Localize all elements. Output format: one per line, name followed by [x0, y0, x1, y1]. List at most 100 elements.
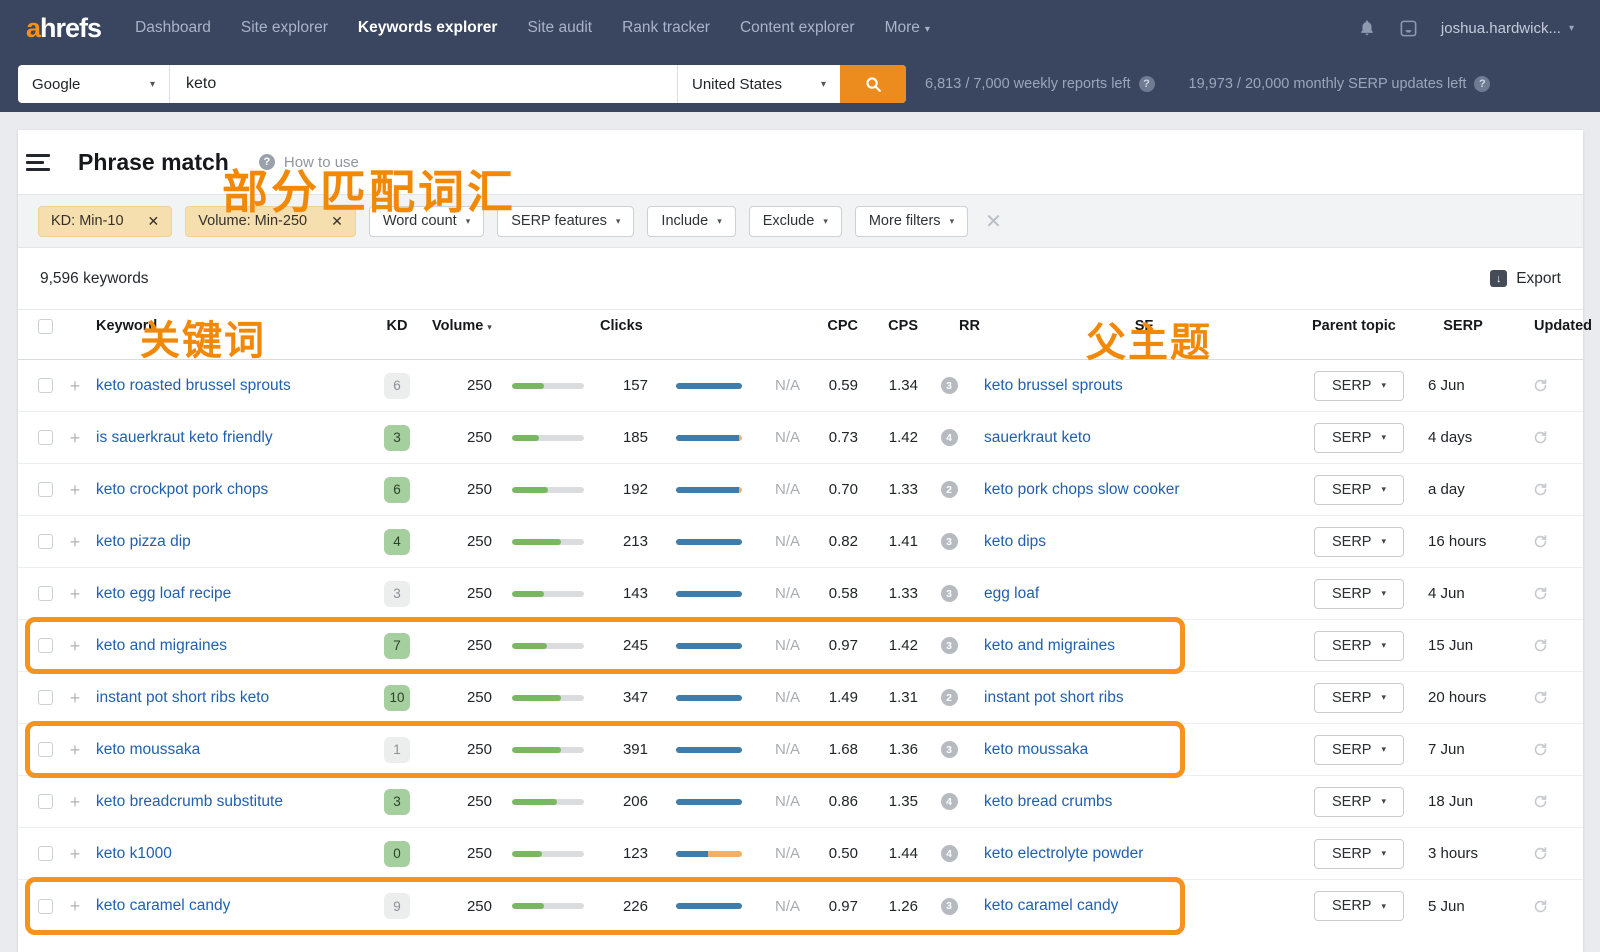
parent-topic-link[interactable]: keto brussel sprouts — [980, 377, 1308, 395]
parent-topic-link[interactable]: keto dips — [980, 533, 1308, 551]
nav-item-content-explorer[interactable]: Content explorer — [740, 19, 855, 37]
refresh-icon[interactable] — [1516, 846, 1565, 861]
refresh-icon[interactable] — [1516, 794, 1565, 809]
serp-dropdown-button[interactable]: SERP▾ — [1314, 371, 1404, 401]
chip-label[interactable]: Volume: Min-250 — [186, 213, 319, 229]
add-to-list-icon[interactable]: + — [62, 377, 88, 395]
how-to-use-link[interactable]: ? How to use — [259, 154, 359, 171]
row-checkbox[interactable] — [38, 899, 53, 914]
parent-topic-link[interactable]: keto bread crumbs — [980, 793, 1308, 811]
row-checkbox[interactable] — [38, 430, 53, 445]
add-to-list-icon[interactable]: + — [62, 897, 88, 915]
add-to-list-icon[interactable]: + — [62, 689, 88, 707]
refresh-icon[interactable] — [1516, 899, 1565, 914]
include-filter[interactable]: Include▾ — [647, 206, 735, 237]
serp-dropdown-button[interactable]: SERP▾ — [1314, 683, 1404, 713]
nav-item-keywords-explorer[interactable]: Keywords explorer — [358, 19, 498, 37]
bell-icon[interactable] — [1357, 18, 1377, 38]
add-to-list-icon[interactable]: + — [62, 481, 88, 499]
serp-dropdown-button[interactable]: SERP▾ — [1314, 527, 1404, 557]
refresh-icon[interactable] — [1516, 378, 1565, 393]
row-checkbox[interactable] — [38, 378, 53, 393]
keyword-link[interactable]: keto roasted brussel sprouts — [88, 377, 370, 395]
add-to-list-icon[interactable]: + — [62, 533, 88, 551]
add-to-list-icon[interactable]: + — [62, 585, 88, 603]
serp-dropdown-button[interactable]: SERP▾ — [1314, 787, 1404, 817]
nav-item-dashboard[interactable]: Dashboard — [135, 19, 211, 37]
parent-topic-link[interactable]: keto moussaka — [980, 741, 1308, 759]
search-engine-select[interactable]: Google ▾ — [18, 65, 170, 103]
help-icon[interactable]: ? — [1474, 76, 1490, 92]
add-to-list-icon[interactable]: + — [62, 637, 88, 655]
header-updated[interactable]: Updated — [1516, 318, 1565, 334]
parent-topic-link[interactable]: keto caramel candy — [980, 897, 1308, 915]
header-clicks[interactable]: Clicks — [584, 318, 742, 334]
serp-dropdown-button[interactable]: SERP▾ — [1314, 839, 1404, 869]
keyword-search-input[interactable] — [170, 65, 677, 103]
row-checkbox[interactable] — [38, 794, 53, 809]
header-cpc[interactable]: CPC — [800, 318, 858, 334]
header-kd[interactable]: KD — [370, 318, 424, 334]
refresh-icon[interactable] — [1516, 430, 1565, 445]
header-serp[interactable]: SERP — [1410, 318, 1516, 334]
refresh-icon[interactable] — [1516, 690, 1565, 705]
serp-features-filter[interactable]: SERP features▾ — [497, 206, 634, 237]
serp-dropdown-button[interactable]: SERP▾ — [1314, 579, 1404, 609]
parent-topic-link[interactable]: keto electrolyte powder — [980, 845, 1308, 863]
header-keyword[interactable]: Keyword — [88, 318, 370, 334]
keyword-link[interactable]: keto and migraines — [88, 637, 370, 655]
keyword-link[interactable]: keto caramel candy — [88, 897, 370, 915]
keyword-link[interactable]: keto k1000 — [88, 845, 370, 863]
nav-item-more[interactable]: More▾ — [885, 19, 930, 37]
keyword-link[interactable]: instant pot short ribs keto — [88, 689, 370, 707]
keyword-link[interactable]: keto breadcrumb substitute — [88, 793, 370, 811]
header-sf[interactable]: SF — [980, 318, 1308, 334]
add-to-list-icon[interactable]: + — [62, 793, 88, 811]
keyword-link[interactable]: keto egg loaf recipe — [88, 585, 370, 603]
remove-filter-icon[interactable]: ✕ — [319, 213, 355, 230]
parent-topic-link[interactable]: keto pork chops slow cooker — [980, 481, 1308, 499]
row-checkbox[interactable] — [38, 482, 53, 497]
row-checkbox[interactable] — [38, 586, 53, 601]
select-all-checkbox[interactable] — [38, 319, 53, 334]
row-checkbox[interactable] — [38, 534, 53, 549]
refresh-icon[interactable] — [1516, 586, 1565, 601]
country-select[interactable]: United States ▾ — [677, 65, 840, 103]
serp-dropdown-button[interactable]: SERP▾ — [1314, 891, 1404, 921]
header-volume[interactable]: Volume▾ — [424, 318, 584, 334]
parent-topic-link[interactable]: sauerkraut keto — [980, 429, 1308, 447]
parent-topic-link[interactable]: egg loaf — [980, 585, 1308, 603]
serp-dropdown-button[interactable]: SERP▾ — [1314, 423, 1404, 453]
refresh-icon[interactable] — [1516, 482, 1565, 497]
serp-dropdown-button[interactable]: SERP▾ — [1314, 735, 1404, 765]
refresh-icon[interactable] — [1516, 534, 1565, 549]
serp-dropdown-button[interactable]: SERP▾ — [1314, 631, 1404, 661]
row-checkbox[interactable] — [38, 742, 53, 757]
keyword-link[interactable]: keto moussaka — [88, 741, 370, 759]
row-checkbox[interactable] — [38, 638, 53, 653]
user-menu[interactable]: joshua.hardwick... ▾ — [1441, 20, 1574, 37]
export-button[interactable]: ↓ Export — [1490, 270, 1561, 288]
help-icon[interactable]: ? — [1139, 76, 1155, 92]
parent-topic-link[interactable]: keto and migraines — [980, 637, 1308, 655]
keyword-link[interactable]: is sauerkraut keto friendly — [88, 429, 370, 447]
add-to-list-icon[interactable]: + — [62, 429, 88, 447]
menu-icon[interactable] — [26, 150, 50, 175]
header-cps[interactable]: CPS — [858, 318, 918, 334]
search-button[interactable] — [840, 65, 906, 103]
refresh-icon[interactable] — [1516, 638, 1565, 653]
chip-label[interactable]: KD: Min-10 — [39, 213, 136, 229]
nav-item-site-explorer[interactable]: Site explorer — [241, 19, 328, 37]
parent-topic-link[interactable]: instant pot short ribs — [980, 689, 1308, 707]
row-checkbox[interactable] — [38, 846, 53, 861]
ahrefs-logo[interactable]: ahrefs — [26, 13, 101, 44]
serp-dropdown-button[interactable]: SERP▾ — [1314, 475, 1404, 505]
exclude-filter[interactable]: Exclude▾ — [749, 206, 842, 237]
nav-item-rank-tracker[interactable]: Rank tracker — [622, 19, 710, 37]
inbox-icon[interactable] — [1399, 18, 1419, 38]
header-parent-topic[interactable]: Parent topic — [1308, 318, 1410, 334]
remove-filter-icon[interactable]: ✕ — [136, 213, 172, 230]
more-filters[interactable]: More filters▾ — [855, 206, 968, 237]
word-count-filter[interactable]: Word count▾ — [369, 206, 484, 237]
row-checkbox[interactable] — [38, 690, 53, 705]
